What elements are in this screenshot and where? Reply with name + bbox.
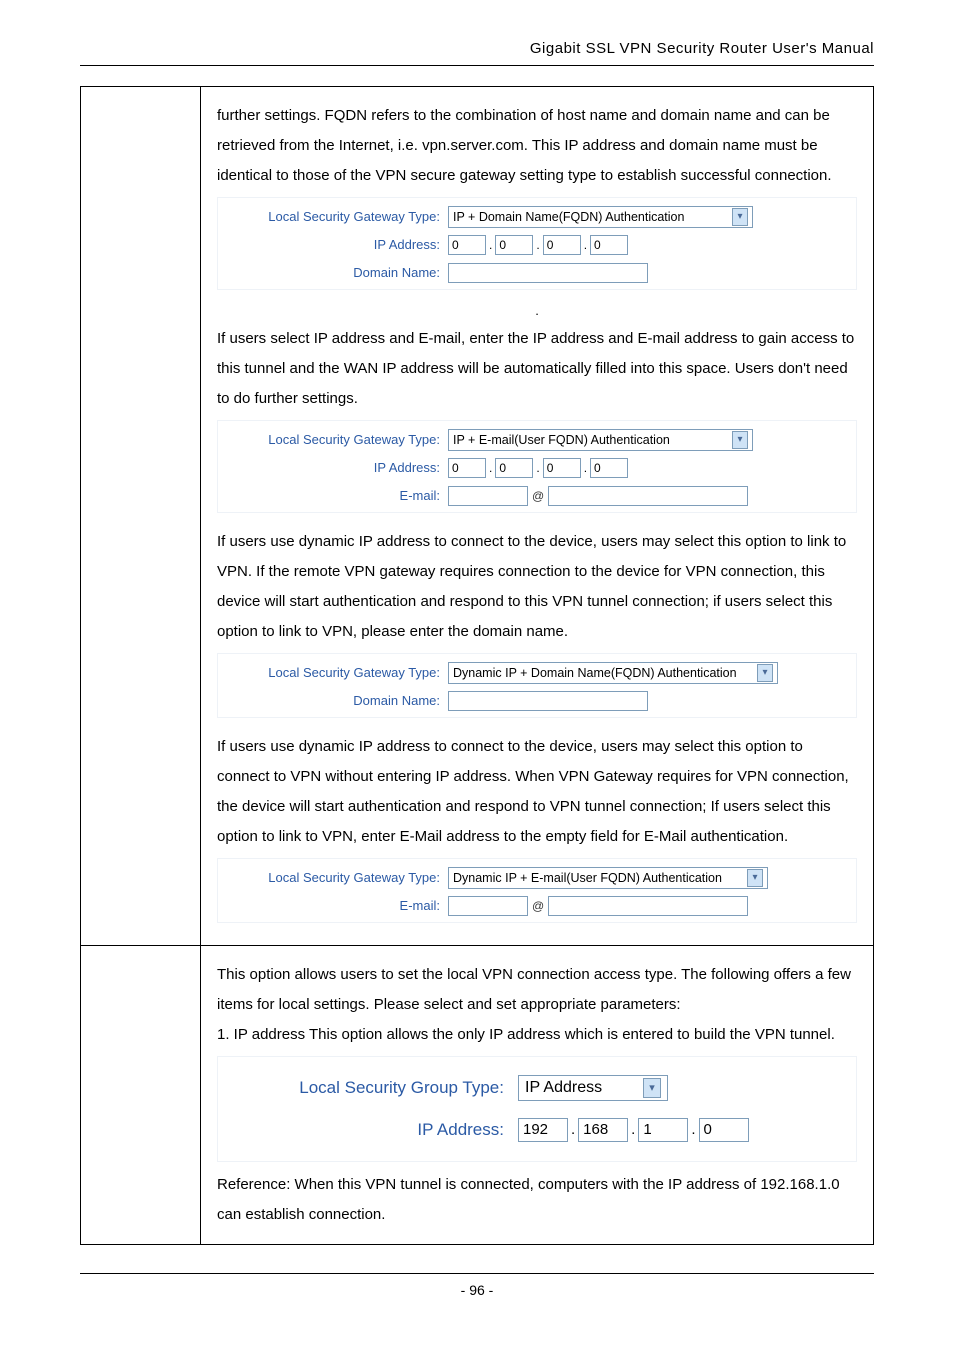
gateway-type-select[interactable]: IP + E-mail(User FQDN) Authentication ▾ xyxy=(448,429,753,451)
gateway-type-select[interactable]: IP + Domain Name(FQDN) Authentication ▾ xyxy=(448,206,753,228)
gateway-type-label: Local Security Gateway Type: xyxy=(218,427,448,453)
gateway-type-select[interactable]: Dynamic IP + Domain Name(FQDN) Authentic… xyxy=(448,662,778,684)
paragraph: further settings. FQDN refers to the com… xyxy=(217,101,857,191)
paragraph: This option allows users to set the loca… xyxy=(217,960,857,1020)
ip-octet-input[interactable]: 192 xyxy=(518,1118,568,1142)
paragraph: If users select IP address and E-mail, e… xyxy=(217,324,857,414)
ip-octet-input[interactable]: 168 xyxy=(578,1118,628,1142)
chevron-down-icon: ▾ xyxy=(732,208,748,226)
chevron-down-icon: ▾ xyxy=(747,869,763,887)
gateway-type-select[interactable]: Dynamic IP + E-mail(User FQDN) Authentic… xyxy=(448,867,768,889)
at-symbol: @ xyxy=(532,484,544,508)
ip-octet-input[interactable]: 1 xyxy=(638,1118,688,1142)
ip-address-label: IP Address: xyxy=(218,455,448,481)
gateway-type-value: Dynamic IP + Domain Name(FQDN) Authentic… xyxy=(453,661,737,686)
gateway-type-value: IP + Domain Name(FQDN) Authentication xyxy=(453,205,684,230)
chevron-down-icon: ▾ xyxy=(643,1078,661,1098)
ip-octet-input[interactable]: 0 xyxy=(495,235,533,255)
group-type-value: IP Address xyxy=(525,1072,602,1104)
domain-name-input[interactable] xyxy=(448,691,648,711)
gateway-type-label: Local Security Gateway Type: xyxy=(218,204,448,230)
email-domain-input[interactable] xyxy=(548,896,748,916)
group-type-label: Local Security Group Type: xyxy=(218,1071,518,1105)
email-label: E-mail: xyxy=(218,893,448,919)
ip-octet-input[interactable]: 0 xyxy=(448,235,486,255)
group-type-select[interactable]: IP Address ▾ xyxy=(518,1075,668,1101)
dot: . xyxy=(217,298,857,324)
ip-octet-input[interactable]: 0 xyxy=(543,458,581,478)
chevron-down-icon: ▾ xyxy=(757,664,773,682)
domain-name-label: Domain Name: xyxy=(218,260,448,286)
domain-name-input[interactable] xyxy=(448,263,648,283)
domain-name-label: Domain Name: xyxy=(218,688,448,714)
at-symbol: @ xyxy=(532,894,544,918)
ip-octet-input[interactable]: 0 xyxy=(699,1118,749,1142)
page-header: Gigabit SSL VPN Security Router User's M… xyxy=(80,40,874,66)
ip-octet-input[interactable]: 0 xyxy=(590,458,628,478)
ip-address-label: IP Address: xyxy=(218,1113,518,1147)
gateway-type-label: Local Security Gateway Type: xyxy=(218,660,448,686)
page-number: - 96 - xyxy=(80,1273,874,1298)
gateway-type-value: Dynamic IP + E-mail(User FQDN) Authentic… xyxy=(453,866,722,891)
gateway-type-value: IP + E-mail(User FQDN) Authentication xyxy=(453,428,670,453)
chevron-down-icon: ▾ xyxy=(732,431,748,449)
paragraph: If users use dynamic IP address to conne… xyxy=(217,527,857,647)
ip-octet-input[interactable]: 0 xyxy=(495,458,533,478)
content-table: further settings. FQDN refers to the com… xyxy=(80,86,874,1245)
email-user-input[interactable] xyxy=(448,896,528,916)
email-user-input[interactable] xyxy=(448,486,528,506)
paragraph: 1. IP address This option allows the onl… xyxy=(217,1020,857,1050)
ip-octet-input[interactable]: 0 xyxy=(543,235,581,255)
paragraph: If users use dynamic IP address to conne… xyxy=(217,732,857,852)
ip-address-label: IP Address: xyxy=(218,232,448,258)
email-label: E-mail: xyxy=(218,483,448,509)
gateway-type-label: Local Security Gateway Type: xyxy=(218,865,448,891)
ip-octet-input[interactable]: 0 xyxy=(590,235,628,255)
ip-octet-input[interactable]: 0 xyxy=(448,458,486,478)
email-domain-input[interactable] xyxy=(548,486,748,506)
paragraph: Reference: When this VPN tunnel is conne… xyxy=(217,1170,857,1230)
